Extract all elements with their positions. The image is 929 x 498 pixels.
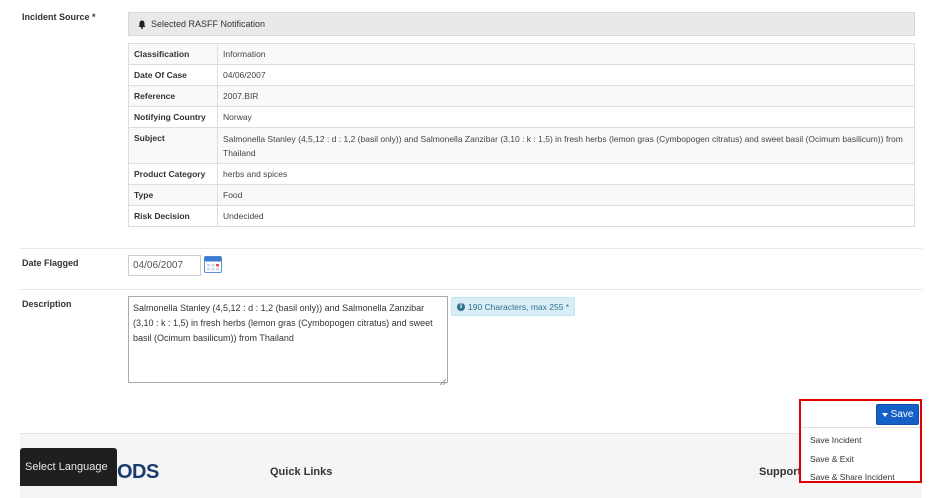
details-key: Reference xyxy=(128,85,218,107)
details-value: 04/06/2007 xyxy=(217,64,915,86)
footer-logo: ODS xyxy=(117,461,159,483)
details-key: Type xyxy=(128,184,218,206)
details-row: Notifying Country Norway xyxy=(128,106,915,128)
details-row: Product Category herbs and spices xyxy=(128,163,915,185)
incident-source-label: Incident Source * xyxy=(22,12,96,22)
details-value: Salmonella Stanley (4,5,12 : d : 1,2 (ba… xyxy=(217,127,915,164)
details-row: Date Of Case 04/06/2007 xyxy=(128,64,915,86)
details-row: Reference 2007.BIR xyxy=(128,85,915,107)
description-text: Salmonella Stanley (4,5,12 : d : 1,2 (ba… xyxy=(133,303,433,343)
details-row: Risk Decision Undecided xyxy=(128,205,915,227)
menu-item-save-incident[interactable]: Save Incident xyxy=(810,435,862,445)
details-value: Information xyxy=(217,43,915,65)
notification-details-table: Classification Information Date Of Case 04/… xyxy=(128,43,915,227)
description-textarea[interactable]: Salmonella Stanley (4,5,12 : d : 1,2 (ba… xyxy=(128,296,448,386)
details-row: Type Food xyxy=(128,184,915,206)
description-label: Description xyxy=(22,299,72,309)
char-count-text: 190 Characters, max 255 * xyxy=(468,301,570,312)
details-value: Food xyxy=(217,184,915,206)
details-key: Subject xyxy=(128,127,218,164)
char-count-badge: i 190 Characters, max 255 * xyxy=(451,297,576,316)
details-value: herbs and spices xyxy=(217,163,915,185)
resize-grip-icon[interactable] xyxy=(439,375,447,386)
bell-icon xyxy=(138,20,146,29)
details-key: Notifying Country xyxy=(128,106,218,128)
details-row: Subject Salmonella Stanley (4,5,12 : d : … xyxy=(128,127,915,164)
calendar-icon[interactable] xyxy=(204,255,222,273)
menu-item-save-exit[interactable]: Save & Exit xyxy=(810,454,854,464)
rasff-notification-title: Selected RASFF Notification xyxy=(151,19,266,29)
date-flagged-input[interactable]: 04/06/2007 xyxy=(128,255,201,276)
date-flagged-label: Date Flagged xyxy=(22,258,79,268)
caret-down-icon xyxy=(881,412,888,417)
support-heading: Support xyxy=(759,466,802,478)
menu-item-save-share-incident[interactable]: Save & Share Incident xyxy=(810,472,895,482)
details-key: Date Of Case xyxy=(128,64,218,86)
date-flagged-value: 04/06/2007 xyxy=(133,260,184,271)
details-value: Norway xyxy=(217,106,915,128)
save-button[interactable]: Save xyxy=(876,404,919,425)
details-key: Product Category xyxy=(128,163,218,185)
details-key: Risk Decision xyxy=(128,205,218,227)
info-icon: i xyxy=(457,302,465,311)
quick-links-heading: Quick Links xyxy=(270,466,333,478)
save-button-label: Save xyxy=(890,409,914,420)
details-value: Undecided xyxy=(217,205,915,227)
details-value: 2007.BIR xyxy=(217,85,915,107)
select-language-button[interactable]: Select Language xyxy=(20,448,117,486)
divider xyxy=(20,248,922,249)
save-dropdown-menu: Save Incident Save & Exit Save & Share I… xyxy=(802,427,920,483)
divider xyxy=(20,289,922,290)
rasff-notification-header: Selected RASFF Notification xyxy=(128,12,915,36)
select-language-label: Select Language xyxy=(25,461,108,473)
details-row: Classification Information xyxy=(128,43,915,65)
details-key: Classification xyxy=(128,43,218,65)
